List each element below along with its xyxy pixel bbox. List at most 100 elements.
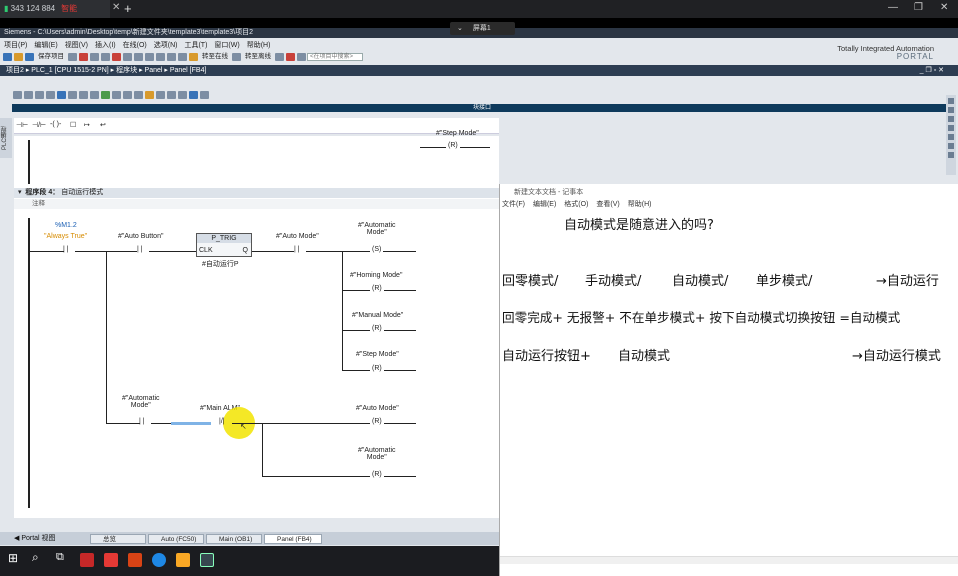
delete-icon[interactable]	[112, 53, 121, 61]
go-offline-icon[interactable]	[232, 53, 241, 61]
network-4-header[interactable]: ▾ 程序段 4： 自动运行模式	[14, 188, 499, 198]
close-branch-icon[interactable]: ↩	[100, 121, 106, 129]
new-project-icon[interactable]	[3, 53, 12, 61]
main-alm-nc-contact[interactable]: |/|	[219, 418, 225, 425]
portal-view-button[interactable]: ◀ Portal 视图	[14, 534, 56, 544]
delete-network-icon[interactable]	[24, 91, 33, 99]
zoom-icon[interactable]	[167, 91, 176, 99]
go-offline-button[interactable]: 转至离线	[245, 52, 271, 62]
notepad-menu-file[interactable]: 文件(F)	[502, 201, 525, 208]
download-icon[interactable]	[156, 53, 165, 61]
close-tab-icon[interactable]: ✕	[112, 2, 120, 13]
insert-network-icon[interactable]	[13, 91, 22, 99]
new-tab-icon[interactable]: +	[124, 1, 132, 16]
go-to-icon[interactable]	[101, 91, 110, 99]
project-search-input[interactable]: <在项目中搜索>	[307, 53, 363, 61]
monitoring-icon[interactable]	[145, 91, 154, 99]
tia-portal-icon[interactable]	[200, 553, 214, 567]
show-networks-icon[interactable]	[90, 91, 99, 99]
print-icon[interactable]	[68, 53, 77, 61]
minimize-icon[interactable]: —	[888, 2, 898, 13]
automatic-mode-set-coil[interactable]: (S)	[370, 246, 384, 253]
homing-mode-reset-coil[interactable]: (R)	[370, 285, 384, 292]
automatic-mode-reset-coil[interactable]: (R)	[370, 471, 384, 478]
block-interface-bar[interactable]: 块接口	[12, 104, 952, 112]
edge-browser-icon[interactable]	[152, 553, 166, 567]
menu-project[interactable]: 项目(P)	[4, 42, 27, 49]
modify-icon[interactable]	[178, 91, 187, 99]
net3-reset-coil[interactable]: (R)	[446, 142, 460, 149]
manual-mode-reset-coil[interactable]: (R)	[370, 325, 384, 332]
next-error-icon[interactable]	[123, 91, 132, 99]
menu-help[interactable]: 帮助(H)	[247, 42, 271, 49]
file-explorer-icon[interactable]	[176, 553, 190, 567]
selected-wire[interactable]	[171, 422, 211, 425]
save-project-button[interactable]: 保存项目	[38, 52, 64, 62]
remote-session-tab[interactable]: ▮ 343 124 884 智能	[0, 0, 110, 18]
network-comment-icon[interactable]	[79, 91, 88, 99]
copy-icon[interactable]	[90, 53, 99, 61]
settings-icon[interactable]	[200, 91, 209, 99]
network-comment[interactable]: 注释	[14, 199, 499, 209]
tab-overview[interactable]: 总览	[90, 534, 146, 544]
windows-start-icon[interactable]: ⊞	[8, 551, 18, 565]
simulation-icon[interactable]	[178, 53, 187, 61]
menu-edit[interactable]: 编辑(E)	[34, 42, 57, 49]
open-project-icon[interactable]	[14, 53, 23, 61]
redo-icon[interactable]	[134, 53, 143, 61]
close-window-icon[interactable]: ✕	[940, 2, 948, 13]
absolute-address-icon[interactable]	[57, 91, 66, 99]
compile-icon[interactable]	[145, 53, 154, 61]
open-branch-icon[interactable]: ↦	[84, 121, 90, 129]
menu-view[interactable]: 视图(V)	[65, 42, 88, 49]
save-icon[interactable]	[25, 53, 34, 61]
notepad-menu-format[interactable]: 格式(O)	[564, 201, 588, 208]
menu-online[interactable]: 在线(O)	[123, 42, 147, 49]
compare-icon[interactable]	[156, 91, 165, 99]
nc-contact-icon[interactable]: ⊣/⊢	[32, 121, 46, 129]
paste-icon[interactable]	[101, 53, 110, 61]
app-icon-3[interactable]	[128, 553, 142, 567]
editor-window-controls[interactable]: _ ❐ ▫ ✕	[920, 65, 944, 76]
step-mode-reset-coil[interactable]: (R)	[370, 365, 384, 372]
auto-mode-reset-coil[interactable]: (R)	[370, 418, 384, 425]
add-row-icon[interactable]	[46, 91, 55, 99]
task-card-strip[interactable]	[946, 95, 956, 175]
notepad-menu-view[interactable]: 查看(V)	[596, 201, 619, 208]
no-contact-icon[interactable]: ⊣⊢	[16, 121, 28, 129]
always-true-contact[interactable]: | |	[63, 246, 69, 253]
app-icon-1[interactable]	[80, 553, 94, 567]
accessible-devices-icon[interactable]	[275, 53, 284, 61]
open-block-icon[interactable]	[189, 91, 198, 99]
search-icon[interactable]: ⌕	[32, 550, 39, 565]
menu-insert[interactable]: 插入(I)	[95, 42, 116, 49]
automatic-mode-contact[interactable]: | |	[139, 418, 145, 425]
p-trig-box[interactable]: P_TRIG CLK Q	[196, 233, 252, 257]
empty-box-icon[interactable]: ☐	[70, 121, 76, 129]
coil-icon[interactable]: -( )-	[50, 121, 61, 128]
favorites-icon[interactable]	[68, 91, 77, 99]
tab-panel-fb4[interactable]: Panel (FB4)	[264, 534, 322, 544]
restore-icon[interactable]: ❐	[914, 2, 923, 13]
tab-auto-fc50[interactable]: Auto (FC50)	[148, 534, 204, 544]
notepad-menu-edit[interactable]: 编辑(E)	[533, 201, 556, 208]
notepad-menu-help[interactable]: 帮助(H)	[628, 201, 652, 208]
undo-icon[interactable]	[123, 53, 132, 61]
auto-mode-contact[interactable]: | |	[294, 246, 300, 253]
update-block-icon[interactable]	[134, 91, 143, 99]
cut-icon[interactable]	[79, 53, 88, 61]
tab-main-ob1[interactable]: Main (OB1)	[206, 534, 262, 544]
app-icon-2[interactable]	[104, 553, 118, 567]
menu-tools[interactable]: 工具(T)	[184, 42, 207, 49]
screen-selector[interactable]: ⌄ 屏幕1	[450, 22, 515, 35]
upload-icon[interactable]	[167, 53, 176, 61]
auto-button-contact[interactable]: | |	[137, 246, 143, 253]
menu-window[interactable]: 窗口(W)	[214, 42, 239, 49]
collapse-icon[interactable]: ▾	[18, 189, 22, 196]
menu-options[interactable]: 选项(N)	[154, 42, 178, 49]
task-view-icon[interactable]: ⧉	[56, 551, 64, 564]
insert-row-icon[interactable]	[35, 91, 44, 99]
stop-cpu-icon[interactable]	[286, 53, 295, 61]
go-online-button[interactable]: 转至在线	[202, 52, 228, 62]
sidebar-tab-plc[interactable]: PLC编程	[0, 118, 12, 158]
